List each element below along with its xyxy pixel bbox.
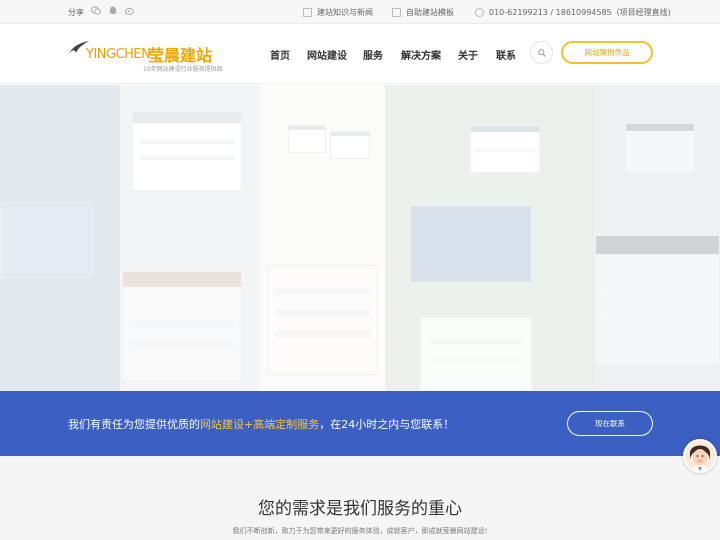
logo-tagline: 10年网站建设行业服务提供商 xyxy=(143,66,223,73)
hero-overlay xyxy=(0,85,720,391)
agent-avatar-icon xyxy=(685,441,715,471)
section-title: 您的需求是我们服务的重心 xyxy=(258,499,462,519)
share-label: 分享 xyxy=(68,8,84,17)
qq-icon[interactable] xyxy=(108,6,118,16)
needs-section: 您的需求是我们服务的重心 我们不断创新，致力于为您带来更好的服务体验，成就客户，… xyxy=(0,456,720,540)
contact-now-button[interactable]: 现在联系 xyxy=(567,411,653,436)
weibo-icon[interactable] xyxy=(125,6,135,16)
portfolio-button[interactable]: 网站案例作品 xyxy=(561,41,653,64)
templates-link[interactable]: 自助建站模板 xyxy=(392,7,454,18)
news-link-label: 建站知识与新闻 xyxy=(317,8,373,17)
clock-icon xyxy=(475,8,484,17)
search-icon xyxy=(537,48,546,57)
site-header: YINGCHEN 莹晨建站 10年网站建设行业服务提供商 首页 网站建设 服务 … xyxy=(0,24,720,84)
customer-service-avatar[interactable] xyxy=(683,439,717,473)
section-subtitle: 我们不断创新，致力于为您带来更好的服务体验，成就客户，即成就莹晨网站建设! xyxy=(232,527,488,535)
band-message-prefix: 我们有责任为您提供优质的 xyxy=(68,418,200,431)
search-button[interactable] xyxy=(530,41,553,64)
logo-cn-text: 莹晨建站 xyxy=(148,46,213,65)
news-link[interactable]: 建站知识与新闻 xyxy=(303,7,373,18)
band-message-highlight: 网站建设+高端定制服务 xyxy=(200,418,320,431)
hero-banner xyxy=(0,85,720,391)
nav-item-contact[interactable]: 联系 xyxy=(496,47,516,62)
top-bar: 分享 建站知识与新闻 自助建站模板 010-62199213 / 1861099… xyxy=(0,0,720,24)
contact-band: 我们有责任为您提供优质的网站建设+高端定制服务，在24小时之内与您联系！ 现在联… xyxy=(0,391,720,456)
phone-info-label: 010-62199213 / 18610994585（项目经理直线) xyxy=(489,8,671,17)
nav-item-website-building[interactable]: 网站建设 xyxy=(307,47,347,62)
wechat-icon[interactable] xyxy=(91,6,101,16)
nav-item-services[interactable]: 服务 xyxy=(363,47,383,62)
nav-item-about[interactable]: 关于 xyxy=(458,47,478,62)
contact-band-message: 我们有责任为您提供优质的网站建设+高端定制服务，在24小时之内与您联系！ xyxy=(68,416,454,432)
nav-item-home[interactable]: 首页 xyxy=(270,47,290,62)
nav-item-solutions[interactable]: 解决方案 xyxy=(401,47,441,62)
band-message-suffix: ，在24小时之内与您联系！ xyxy=(319,418,455,431)
document-icon xyxy=(303,8,312,17)
templates-link-label: 自助建站模板 xyxy=(406,8,454,17)
logo-latin-text: YINGCHEN xyxy=(86,47,151,62)
phone-info: 010-62199213 / 18610994585（项目经理直线) xyxy=(475,7,671,18)
template-icon xyxy=(392,8,401,17)
site-logo[interactable]: YINGCHEN 莹晨建站 10年网站建设行业服务提供商 xyxy=(68,38,228,74)
